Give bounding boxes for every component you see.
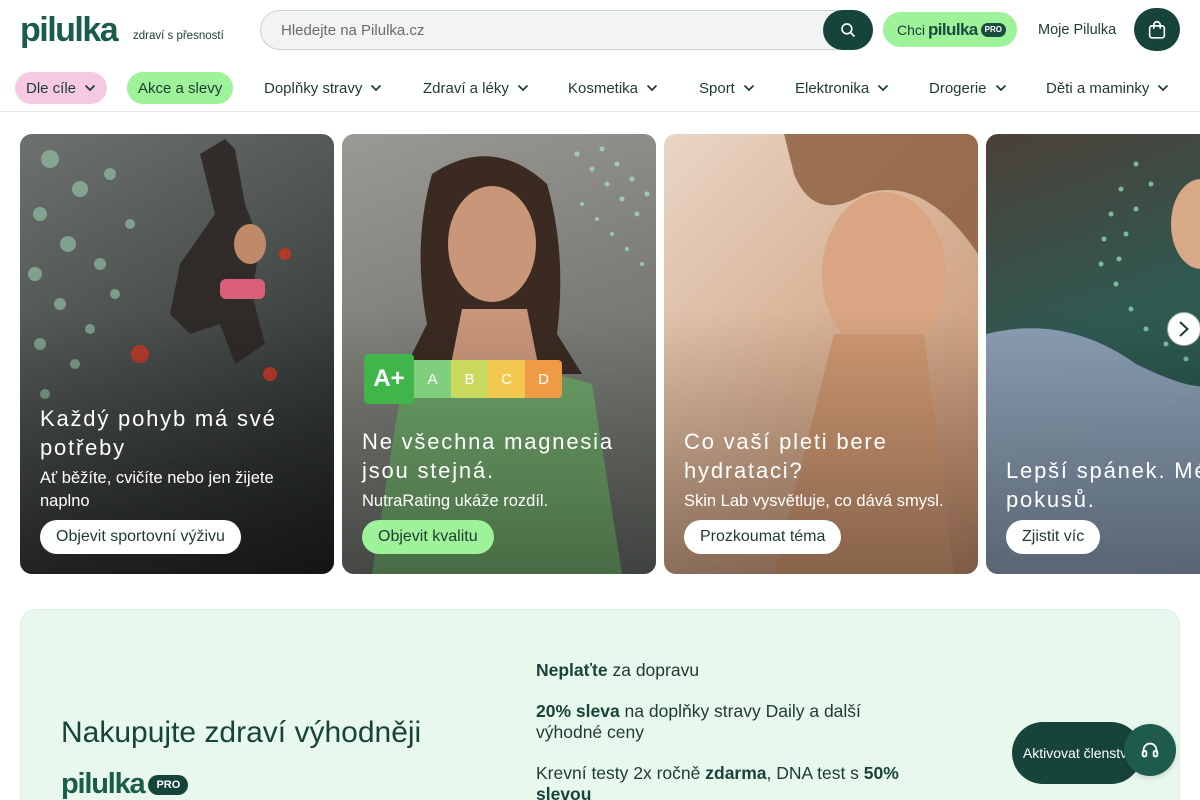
banner-cta-button[interactable]: Objevit sportovní výživu — [40, 520, 241, 554]
search-button[interactable] — [823, 10, 873, 50]
benefit-discount: 20% sleva na doplňky stravy Daily a dalš… — [536, 701, 926, 743]
cart-button[interactable] — [1134, 8, 1180, 51]
logo-tagline: zdraví s přesností — [133, 30, 224, 42]
benefit-bold: Neplaťte — [536, 660, 608, 680]
shopping-bag-icon — [1148, 20, 1166, 39]
pro-section-heading: Nakupujte zdraví výhodněji — [61, 716, 422, 749]
benefit-text: , DNA test s — [766, 763, 864, 783]
nav-item-elektronika[interactable]: Elektronika — [795, 72, 889, 104]
nav-item-label: Kosmetika — [568, 79, 639, 97]
promo-banner-skin[interactable]: Co vaší pleti bere hydrataci? Skin Lab v… — [664, 134, 978, 574]
chevron-down-icon — [743, 84, 755, 92]
nav-item-doplnky-stravy[interactable]: Doplňky stravy — [264, 72, 382, 104]
rating-top-grade: A+ — [364, 354, 414, 404]
rating-grade: C — [488, 360, 525, 398]
nav-item-label: Sport — [699, 79, 735, 97]
nav-item-akce-a-slevy[interactable]: Akce a slevy — [127, 72, 234, 104]
nav-item-label: Elektronika — [795, 79, 870, 97]
chevron-down-icon — [995, 84, 1007, 92]
banner-title: Lepší spánek. Mé pokusů. — [1006, 458, 1200, 512]
nav-item-kosmetika[interactable]: Kosmetika — [568, 72, 658, 104]
search-input[interactable] — [281, 11, 821, 49]
chevron-down-icon — [877, 84, 889, 92]
carousel-next-button[interactable] — [1167, 312, 1200, 346]
nav-item-label: Akce a slevy — [138, 79, 223, 97]
pilulka-pro-logo: pilulka PRO — [61, 768, 189, 800]
benefit-bold: zdarma — [705, 763, 767, 783]
benefit-text: za dopravu — [607, 660, 700, 680]
pro-button-prefix: Chci — [897, 21, 926, 38]
nav-item-zdravi-a-leky[interactable]: Zdraví a léky — [423, 72, 529, 104]
banner-subtitle: Skin Lab vysvětluje, co dává smysl. — [684, 492, 944, 510]
chevron-right-icon — [1179, 321, 1189, 337]
banner-subtitle: NutraRating ukáže rozdíl. — [362, 492, 549, 510]
pilulka-pro-button[interactable]: Chci pilulka PRO — [883, 12, 1017, 47]
nav-item-label: Doplňky stravy — [264, 79, 363, 97]
banner-cta-button[interactable]: Objevit kvalitu — [362, 520, 494, 554]
banner-cta-button[interactable]: Zjistit víc — [1006, 520, 1101, 554]
nav-item-label: Drogerie — [929, 79, 987, 97]
pro-logo-badge: PRO — [148, 774, 189, 795]
nav-item-sport[interactable]: Sport — [699, 72, 755, 104]
promo-banner-sport[interactable]: Každý pohyb má své potřeby Ať běžíte, cv… — [20, 134, 334, 574]
search-icon — [841, 23, 855, 37]
pro-button-brand: pilulka — [928, 19, 978, 39]
banner-title: Ne všechna magnesia jsou stejná. — [362, 429, 614, 483]
nav-item-label: Zdraví a léky — [423, 79, 509, 97]
rating-grade: D — [525, 360, 562, 398]
benefit-text: Krevní testy 2x ročně — [536, 763, 706, 783]
search-bar — [260, 10, 873, 50]
nav-item-deti-a-maminky[interactable]: Děti a maminky — [1046, 72, 1169, 104]
nav-item-label: Dle cíle — [26, 79, 77, 97]
benefit-blood-tests: Krevní testy 2x ročně zdarma, DNA test s… — [536, 763, 926, 800]
nav-item-drogerie[interactable]: Drogerie — [929, 72, 1007, 104]
main-navigation: Dle cíle Akce a slevy Doplňky stravy Zdr… — [0, 62, 1200, 112]
pilulka-pro-section: Nakupujte zdraví výhodněji pilulka PRO N… — [20, 609, 1180, 800]
banner-title: Co vaší pleti bere hydrataci? — [684, 429, 888, 483]
pilulka-logo[interactable]: pilulka — [20, 12, 119, 48]
benefit-free-shipping: Neplaťte za dopravu — [536, 660, 926, 681]
benefit-bold: 20% sleva — [536, 701, 620, 721]
nav-item-label: Děti a maminky — [1046, 79, 1150, 97]
chevron-down-icon — [517, 84, 529, 92]
chevron-down-icon — [370, 84, 382, 92]
nav-item-dle-cile[interactable]: Dle cíle — [15, 72, 108, 104]
pro-logo-brand: pilulka — [61, 768, 146, 800]
banner-cta-button[interactable]: Prozkoumat téma — [684, 520, 842, 554]
activate-membership-button[interactable]: Aktivovat členství — [1012, 722, 1142, 784]
chevron-down-icon — [84, 84, 96, 92]
account-link[interactable]: Moje Pilulka — [1038, 22, 1116, 38]
banner-subtitle: Ať běžíte, cvičíte nebo jen žijete napln… — [40, 469, 274, 510]
support-chat-button[interactable] — [1124, 724, 1176, 776]
headset-icon — [1141, 742, 1159, 758]
nutrarating-badge: A+ A B C D — [364, 354, 562, 404]
banner-title: Každý pohyb má své potřeby — [40, 406, 277, 460]
rating-grade: A — [414, 360, 451, 398]
pro-badge: PRO — [980, 22, 1007, 37]
promo-banner-magnesium[interactable]: A+ A B C D Ne všechna magnesia jsou stej… — [342, 134, 656, 574]
promo-banner-sleep[interactable]: Lepší spánek. Mé pokusů. Zjistit víc — [986, 134, 1200, 574]
chevron-down-icon — [1157, 84, 1169, 92]
site-header: pilulka zdraví s přesností Chci pilulka … — [0, 0, 1200, 62]
chevron-down-icon — [646, 84, 658, 92]
rating-grade: B — [451, 360, 488, 398]
